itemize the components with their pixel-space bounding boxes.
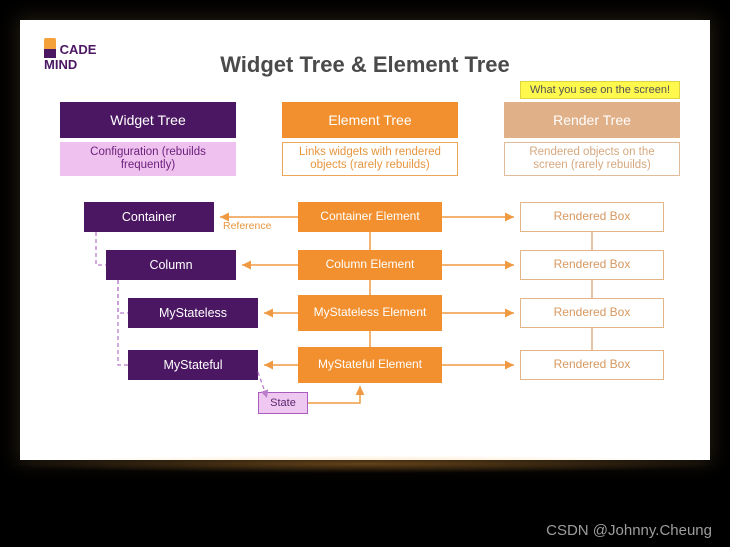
element-column: Column Element xyxy=(298,250,442,280)
header-widget-tree: Widget Tree xyxy=(60,102,236,138)
render-box-2: Rendered Box xyxy=(520,250,664,280)
subtitle-render: Rendered objects on the screen (rarely r… xyxy=(504,142,680,176)
widget-column: Column xyxy=(106,250,236,280)
state-box: State xyxy=(258,392,308,414)
bottom-glow xyxy=(0,455,730,473)
element-mystateless: MyStateless Element xyxy=(298,295,442,331)
render-box-1: Rendered Box xyxy=(520,202,664,232)
slide-frame: CADE MIND Widget Tree & Element Tree Wha… xyxy=(20,20,710,460)
diagram-stage: What you see on the screen! Widget Tree … xyxy=(60,102,680,452)
render-box-3: Rendered Box xyxy=(520,298,664,328)
header-element-tree: Element Tree xyxy=(282,102,458,138)
slide-title: Widget Tree & Element Tree xyxy=(20,52,710,78)
watermark: CSDN @Johnny.Cheung xyxy=(546,522,712,539)
element-mystateful: MyStateful Element xyxy=(298,347,442,383)
render-callout: What you see on the screen! xyxy=(520,81,680,99)
subtitle-widget: Configuration (rebuilds frequently) xyxy=(60,142,236,176)
widget-mystateful: MyStateful xyxy=(128,350,258,380)
widget-mystateless: MyStateless xyxy=(128,298,258,328)
subtitle-element: Links widgets with rendered objects (rar… xyxy=(282,142,458,176)
element-container: Container Element xyxy=(298,202,442,232)
widget-container: Container xyxy=(84,202,214,232)
reference-label: Reference xyxy=(223,220,271,232)
header-render-tree: Render Tree xyxy=(504,102,680,138)
render-box-4: Rendered Box xyxy=(520,350,664,380)
